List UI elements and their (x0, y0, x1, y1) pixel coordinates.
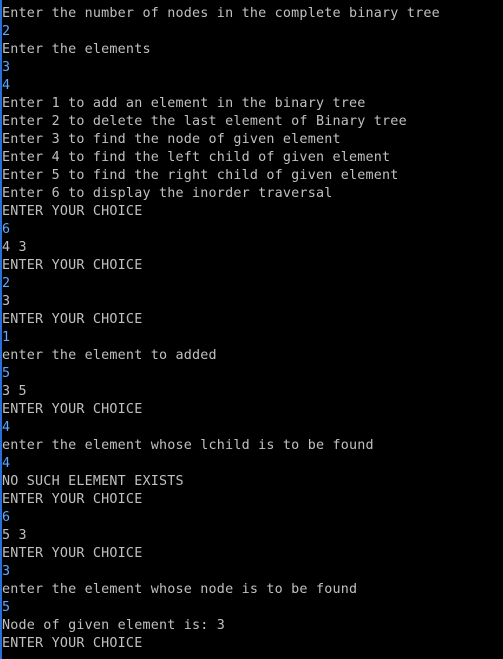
console-input-line: 5 (2, 366, 11, 381)
console-output-line: Enter the elements (2, 42, 151, 57)
console-input-line: 5 (2, 600, 11, 615)
console-input-line: 6 (2, 510, 11, 525)
console-output-line: ENTER YOUR CHOICE (2, 492, 143, 507)
console-output-line: Enter 6 to display the inorder traversal (2, 186, 333, 201)
console-output-line: Node of given element is: 3 (2, 618, 226, 633)
console-output-line: ENTER YOUR CHOICE (2, 312, 143, 327)
console-input-line: 4 (2, 420, 11, 435)
console-output: Enter the number of nodes in the complet… (2, 5, 440, 653)
console-output-line: Enter 3 to find the node of given elemen… (2, 132, 341, 147)
console-output-line: Enter 1 to add an element in the binary … (2, 96, 366, 111)
console-input-line: 6 (2, 222, 11, 237)
console-input-line: 4 (2, 78, 11, 93)
console-input-line: 1 (2, 330, 11, 345)
console-input-line: 2 (2, 24, 11, 39)
console-output-line: ENTER YOUR CHOICE (2, 402, 143, 417)
console-output-line: 3 5 (2, 384, 27, 399)
console-output-line: Enter 4 to find the left child of given … (2, 150, 391, 165)
console-output-line: enter the element whose node is to be fo… (2, 582, 358, 597)
console-output-line: Enter 5 to find the right child of given… (2, 168, 399, 183)
console-output-line: ENTER YOUR CHOICE (2, 546, 143, 561)
console-input-line: 3 (2, 60, 11, 75)
console-output-line: NO SUCH ELEMENT EXISTS (2, 474, 184, 489)
console-output-line: Enter the number of nodes in the complet… (2, 6, 440, 21)
console-input-line: 3 (2, 564, 11, 579)
console-output-line: ENTER YOUR CHOICE (2, 636, 143, 651)
console-output-line: 3 (2, 294, 11, 309)
console-output-line: ENTER YOUR CHOICE (2, 204, 143, 219)
console-output-line: enter the element whose lchild is to be … (2, 438, 374, 453)
console-input-line: 2 (2, 276, 11, 291)
console-output-line: Enter 2 to delete the last element of Bi… (2, 114, 407, 129)
console-output-line: enter the element to added (2, 348, 217, 363)
console-output-line: 4 3 (2, 240, 27, 255)
console-output-line: ENTER YOUR CHOICE (2, 258, 143, 273)
console-window[interactable]: Enter the number of nodes in the complet… (0, 0, 503, 659)
console-output-line: 5 3 (2, 528, 27, 543)
console-input-line: 4 (2, 456, 11, 471)
